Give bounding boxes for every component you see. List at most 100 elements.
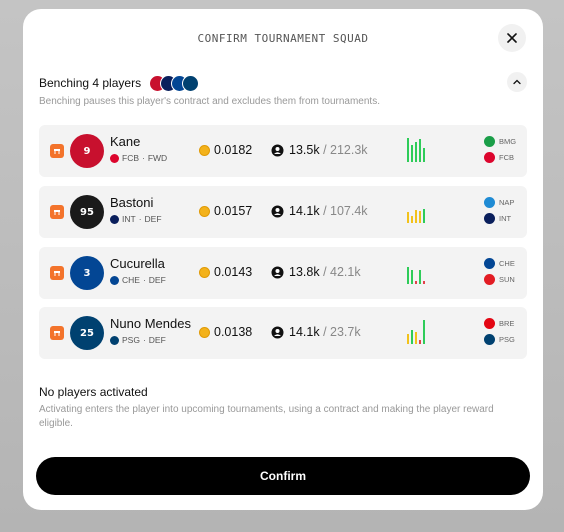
club-code: INT [122, 214, 136, 224]
form-bar [411, 145, 414, 162]
owned-count: 14.1k [289, 325, 320, 339]
opponent-2: SUN [484, 274, 515, 285]
opponent-1: BMG [484, 136, 516, 147]
opponent-2: PSG [484, 334, 515, 345]
total-count: / 23.7k [323, 325, 361, 339]
benched-player-row[interactable]: 25 Nuno Mendes PSG · DEF 0.0138 14.1k / … [39, 307, 527, 359]
close-button[interactable] [498, 24, 526, 52]
club-badge-icon [110, 275, 119, 285]
opponent-1: BRE [484, 318, 514, 329]
collapse-button[interactable] [507, 72, 527, 92]
owned-count: 14.1k [289, 204, 320, 218]
mini-avatar [182, 74, 200, 92]
form-bar [415, 332, 418, 344]
form-bar [407, 212, 410, 223]
opponent-badge-icon [484, 334, 495, 345]
player-meta: INT · DEF [110, 214, 162, 224]
form-bar [423, 281, 426, 284]
bench-icon[interactable] [50, 266, 64, 280]
ownership-count: 13.5k / 212.3k [289, 143, 368, 157]
opponent-2: INT [484, 213, 511, 224]
coin-icon [199, 267, 210, 278]
opponent-code: BMG [499, 137, 517, 146]
coin-icon [199, 206, 210, 217]
form-bar [411, 216, 414, 223]
activating-title: No players activated [39, 385, 148, 399]
jersey-number: 95 [80, 206, 94, 218]
form-bar [415, 142, 418, 162]
player-name: Cucurella [110, 256, 165, 271]
owned-count: 13.5k [289, 143, 320, 157]
meta-separator: · [138, 214, 142, 224]
player-price: 0.0143 [214, 265, 253, 279]
player-position: DEF [144, 214, 162, 224]
users-icon [271, 326, 284, 339]
opponent-badge-icon [484, 152, 495, 163]
meta-separator: · [142, 275, 146, 285]
opponent-code: FCB [499, 153, 514, 162]
form-bar [415, 281, 418, 284]
player-position: DEF [148, 275, 166, 285]
form-bar [407, 138, 410, 162]
player-avatar: 9 [70, 134, 104, 168]
club-badge-icon [110, 153, 119, 163]
benched-player-row[interactable]: 3 Cucurella CHE · DEF 0.0143 13.8k / 42.… [39, 247, 527, 299]
player-meta: PSG · DEF [110, 335, 166, 345]
form-bar [411, 330, 414, 344]
bench-icon[interactable] [50, 326, 64, 340]
form-bar [407, 267, 410, 284]
player-name: Bastoni [110, 195, 154, 210]
users-icon [271, 266, 284, 279]
opponent-code: PSG [499, 335, 515, 344]
users-icon [271, 144, 284, 157]
form-bar [423, 320, 426, 344]
player-avatar: 3 [70, 256, 104, 290]
form-bar [407, 334, 410, 344]
total-count: / 42.1k [323, 265, 361, 279]
form-bar [419, 270, 422, 284]
benched-player-row[interactable]: 95 Bastoni INT · DEF 0.0157 14.1k / 107.… [39, 186, 527, 238]
player-meta: CHE · DEF [110, 275, 166, 285]
ownership-count: 14.1k / 23.7k [289, 325, 361, 339]
form-chart [407, 138, 431, 162]
opponent-badge-icon [484, 197, 495, 208]
coin-icon [199, 327, 210, 338]
player-meta: FCB · FWD [110, 153, 167, 163]
club-badge-icon [110, 335, 119, 345]
form-chart [407, 199, 431, 223]
player-price: 0.0138 [214, 325, 253, 339]
player-price: 0.0182 [214, 143, 253, 157]
opponent-1: CHE [484, 258, 515, 269]
player-avatar: 25 [70, 316, 104, 350]
form-bar [423, 209, 426, 223]
form-bar [415, 210, 418, 223]
bench-icon[interactable] [50, 205, 64, 219]
coin-icon [199, 145, 210, 156]
opponent-code: NAP [499, 198, 515, 207]
form-chart [407, 260, 431, 284]
benching-title: Benching 4 players [39, 76, 142, 90]
benched-player-row[interactable]: 9 Kane FCB · FWD 0.0182 13.5k / 212.3k B… [39, 125, 527, 177]
activating-description: Activating enters the player into upcomi… [39, 404, 494, 429]
chevron-up-icon [513, 79, 521, 85]
player-price: 0.0157 [214, 204, 253, 218]
club-code: CHE [122, 275, 140, 285]
form-bar [419, 340, 422, 344]
form-bar [411, 270, 414, 284]
confirm-button[interactable]: Confirm [36, 457, 530, 495]
opponent-badge-icon [484, 274, 495, 285]
ownership-count: 13.8k / 42.1k [289, 265, 361, 279]
club-code: FCB [122, 153, 139, 163]
total-count: / 212.3k [323, 143, 368, 157]
total-count: / 107.4k [323, 204, 368, 218]
opponent-badge-icon [484, 213, 495, 224]
opponent-code: BRE [499, 319, 515, 328]
form-bar [419, 139, 422, 162]
club-code: PSG [122, 335, 140, 345]
player-name: Kane [110, 134, 141, 149]
bench-icon[interactable] [50, 144, 64, 158]
player-position: FWD [147, 153, 168, 163]
benching-description: Benching pauses this player's contract a… [39, 96, 380, 107]
close-icon [507, 33, 517, 43]
opponent-code: CHE [499, 259, 515, 268]
